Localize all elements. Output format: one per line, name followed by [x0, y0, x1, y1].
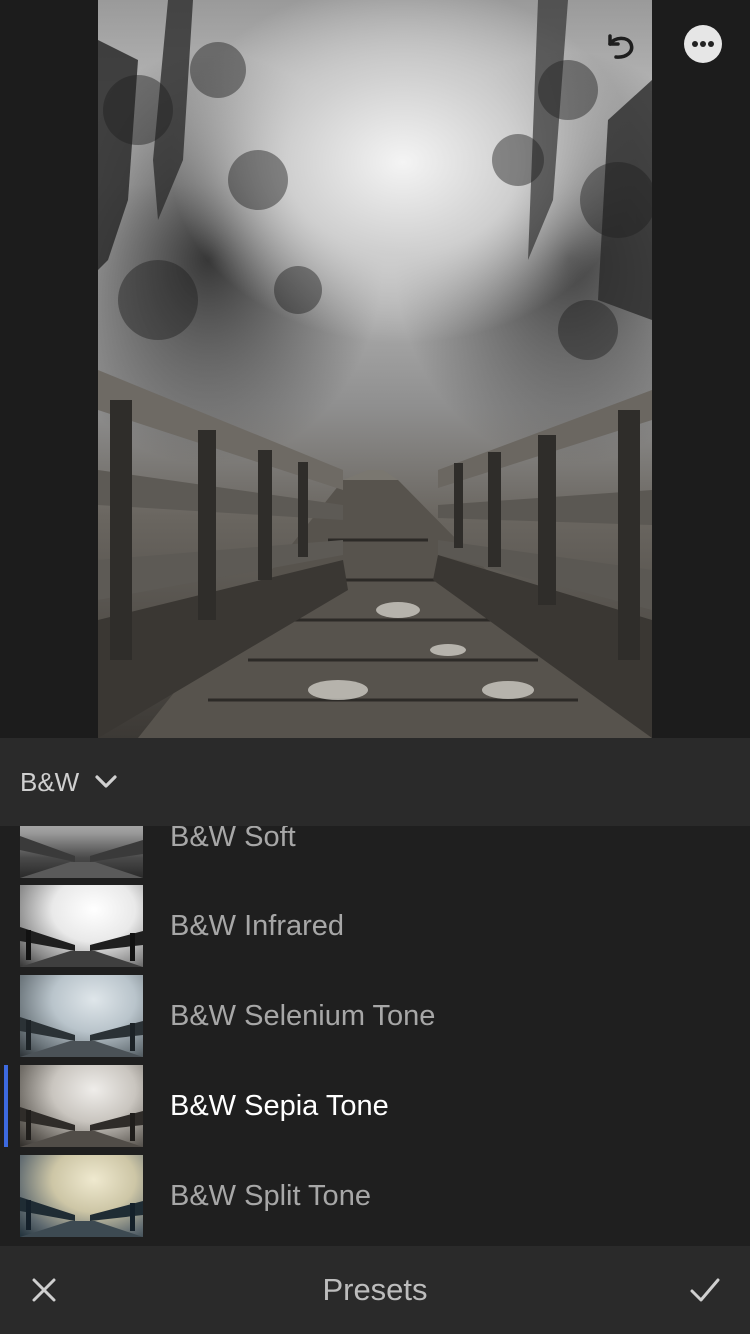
preset-thumbnail	[20, 1065, 143, 1147]
panel-title: Presets	[322, 1272, 428, 1307]
photo-preview-area	[0, 0, 750, 738]
dot	[692, 41, 698, 47]
bridge-photo-illustration	[98, 0, 652, 738]
more-options-icon[interactable]	[684, 25, 722, 63]
preset-thumbnail	[20, 885, 143, 967]
preset-item[interactable]: B&W Infrared	[0, 885, 750, 967]
photo-preview[interactable]	[98, 0, 652, 738]
preset-thumbnail	[20, 826, 143, 878]
preset-group-label: B&W	[20, 766, 80, 797]
preset-label: B&W Sepia Tone	[170, 1089, 389, 1122]
preset-thumbnail	[20, 975, 143, 1057]
preset-list[interactable]: B&W Soft B&W Infrared B&W Selenium Tone …	[0, 826, 750, 1246]
selection-indicator	[4, 1065, 8, 1147]
preset-label: B&W Infrared	[170, 909, 345, 942]
dot	[708, 41, 714, 47]
dot	[700, 41, 706, 47]
preset-label: B&W Soft	[170, 826, 296, 853]
chevron-down-icon	[95, 775, 117, 788]
checkmark-icon	[690, 1278, 720, 1302]
preset-item[interactable]: B&W Soft	[0, 826, 750, 878]
preset-item[interactable]: B&W Split Tone	[0, 1155, 750, 1237]
confirm-button[interactable]	[686, 1272, 724, 1308]
preset-thumbnail	[20, 1155, 143, 1237]
undo-icon[interactable]	[598, 24, 642, 68]
preset-item[interactable]: B&W Selenium Tone	[0, 975, 750, 1057]
preset-label: B&W Split Tone	[170, 1179, 371, 1212]
preset-item-selected[interactable]: B&W Sepia Tone	[0, 1065, 750, 1147]
preset-label: B&W Selenium Tone	[170, 999, 436, 1032]
bottom-toolbar: Presets	[0, 1246, 750, 1334]
preset-group-selector[interactable]: B&W	[0, 738, 750, 826]
